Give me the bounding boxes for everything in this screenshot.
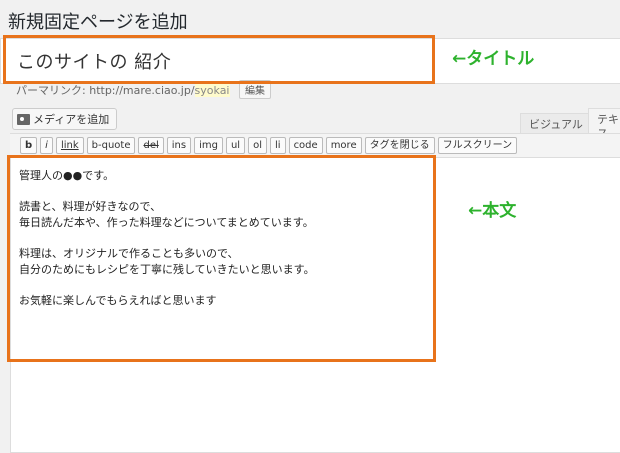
qt-li-button[interactable]: li (270, 137, 286, 154)
body-paragraph: 読書と、料理が好きなので、毎日読んだ本や、作った料理などについてまとめています。 (19, 199, 315, 231)
qt-fullscreen-button[interactable]: フルスクリーン (437, 137, 518, 154)
qt-italic-button[interactable]: i (40, 137, 53, 154)
permalink-row: パーマリンク: http://mare.ciao.jp/syokai 編集 (16, 80, 271, 99)
body-paragraph: 管理人の●●です。 (19, 168, 315, 184)
qt-link-button[interactable]: link (55, 137, 84, 154)
editor-body-text[interactable]: 管理人の●●です。 読書と、料理が好きなので、毎日読んだ本や、作った料理などにつ… (19, 168, 315, 324)
title-annotation: ←タイトル (452, 49, 535, 69)
qt-del-button[interactable]: del (138, 137, 164, 154)
body-line: 毎日読んだ本や、作った料理などについてまとめています。 (19, 216, 314, 229)
qt-ins-button[interactable]: ins (166, 137, 192, 154)
quicktags-toolbar: b i link b-quote del ins img ul ol li co… (10, 134, 620, 158)
body-paragraph: お気軽に楽しんでもらえればと思います (19, 293, 315, 309)
body-line: お気軽に楽しんでもらえればと思います (19, 294, 217, 307)
qt-more-button[interactable]: more (325, 137, 362, 154)
body-line: 読書と、料理が好きなので、 (19, 200, 162, 213)
body-paragraph: 料理は、オリジナルで作ることも多いので、自分のためにもレシピを丁寧に残していきた… (19, 246, 315, 278)
qt-code-button[interactable]: code (288, 137, 323, 154)
body-line: 自分のためにもレシピを丁寧に残していきたいと思います。 (19, 263, 315, 276)
qt-bquote-button[interactable]: b-quote (86, 137, 136, 154)
body-line: 管理人の●●です。 (19, 169, 115, 182)
add-media-button[interactable]: メディアを追加 (12, 108, 118, 130)
qt-close-tags-button[interactable]: タグを閉じる (364, 137, 435, 154)
qt-ul-button[interactable]: ul (225, 137, 246, 154)
add-media-label: メディアを追加 (33, 113, 110, 126)
tab-visual[interactable]: ビジュアル (520, 113, 592, 133)
qt-ol-button[interactable]: ol (248, 137, 267, 154)
page-title: 新規固定ページを追加 (8, 12, 188, 33)
body-line: 料理は、オリジナルで作ることも多いので、 (19, 247, 239, 260)
body-annotation: ←本文 (468, 201, 517, 221)
permalink-label: パーマリンク: (16, 84, 86, 97)
tab-text[interactable]: テキス (588, 108, 620, 140)
title-input-value: このサイトの 紹介 (17, 52, 172, 73)
permalink-edit-button[interactable]: 編集 (239, 80, 271, 99)
qt-bold-button[interactable]: b (20, 137, 38, 154)
qt-img-button[interactable]: img (194, 137, 223, 154)
media-icon (17, 113, 30, 125)
permalink-slug[interactable]: syokai (194, 84, 230, 97)
permalink-url[interactable]: http://mare.ciao.jp/ (89, 84, 194, 97)
